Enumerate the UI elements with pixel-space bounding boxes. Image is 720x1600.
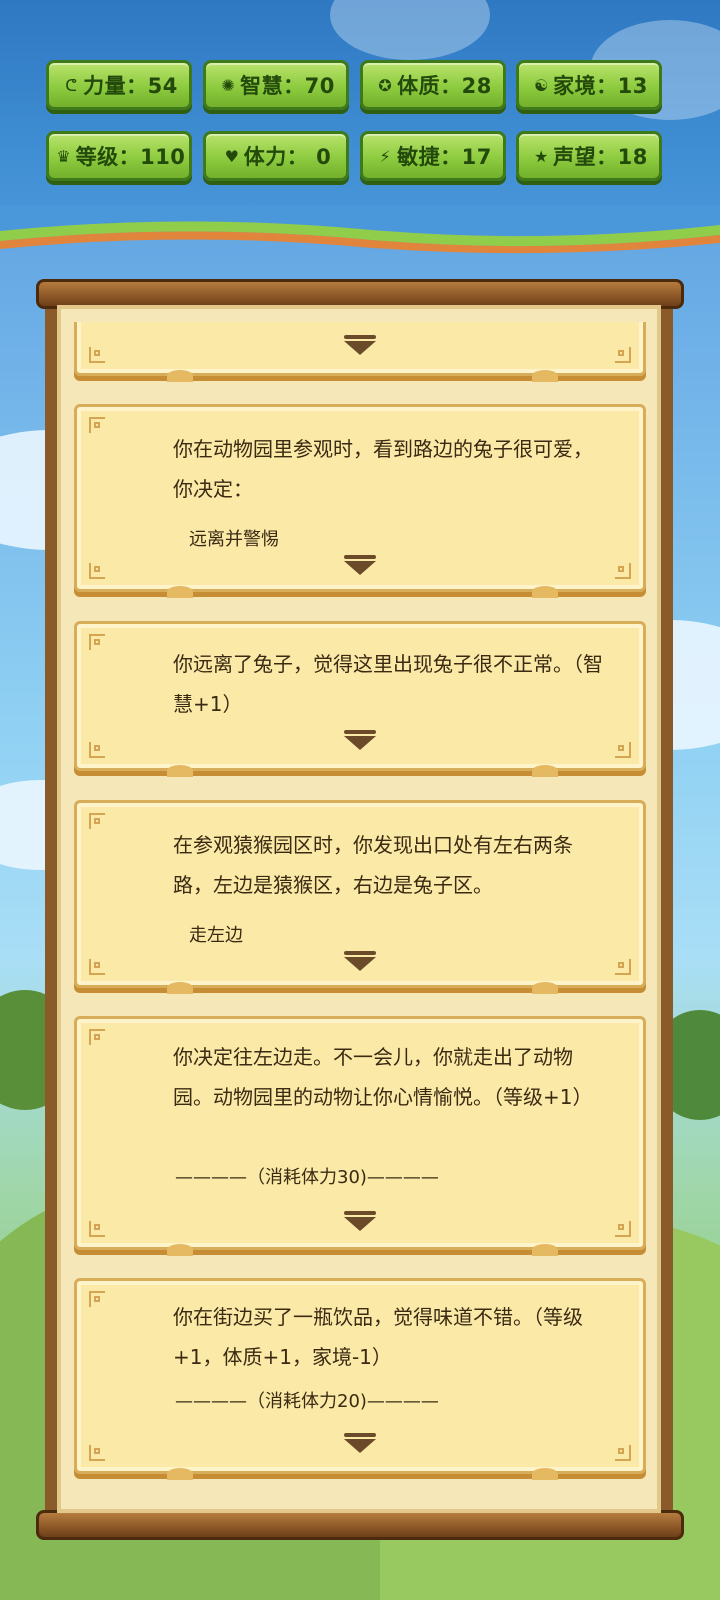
card-tab — [167, 1468, 193, 1480]
corner-ornament — [89, 563, 105, 579]
event-choice[interactable]: 远离并警惕 — [189, 525, 279, 551]
card-tab — [167, 370, 193, 382]
stat-label: 声望：18 — [553, 145, 648, 169]
continue-arrow-icon[interactable] — [344, 730, 376, 750]
card-tab — [167, 982, 193, 994]
card-tab — [167, 586, 193, 598]
card-tab — [532, 586, 558, 598]
stat-wisdom: ✺ 智慧：70 — [203, 60, 349, 110]
stat-label: 等级：110 — [75, 145, 186, 169]
lightning-icon: ⚡ — [379, 146, 391, 166]
stat-level: ♛ 等级：110 — [46, 131, 192, 181]
corner-ornament — [89, 1445, 105, 1461]
corner-ornament — [89, 347, 105, 363]
continue-arrow-icon[interactable] — [344, 1433, 376, 1453]
continue-arrow-icon[interactable] — [344, 1211, 376, 1231]
body-icon: ✪ — [378, 75, 392, 95]
event-text: 在参观猿猴园区时，你发现出口处有左右两条路，左边是猿猴区，右边是兔子区。 — [173, 833, 573, 897]
stat-label: 体质：28 — [397, 74, 492, 98]
event-text: 你远离了兔子，觉得这里出现兔子很不正常。（智慧+1） — [173, 652, 603, 716]
corner-ornament — [615, 959, 631, 975]
event-text: 你决定往左边走。不一会儿，你就走出了动物园。动物园里的动物让你心情愉悦。（等级+… — [173, 1045, 593, 1109]
continue-arrow-icon[interactable] — [344, 335, 376, 355]
stat-label: 家境：13 — [553, 74, 648, 98]
corner-ornament — [89, 1029, 105, 1045]
scroll-rod-bottom — [36, 1510, 684, 1540]
card-tab — [167, 765, 193, 777]
stat-label: 敏捷：17 — [397, 145, 492, 169]
corner-ornament — [615, 563, 631, 579]
corner-ornament — [89, 1221, 105, 1237]
event-card: 你在动物园里参观时，看到路边的兔子很可爱，你决定： 远离并警惕 — [74, 404, 646, 598]
arm-icon: ᕦ — [65, 75, 77, 95]
game-screen: ᕦ 力量：54 ✺ 智慧：70 ✪ 体质：28 ☯ 家境：13 ♛ 等级：110… — [0, 0, 720, 1600]
stats-divider — [0, 205, 720, 254]
corner-ornament — [615, 742, 631, 758]
stat-reputation: ★ 声望：18 — [516, 131, 662, 181]
card-tab — [532, 765, 558, 777]
event-text: 你在街边买了一瓶饮品，觉得味道不错。（等级+1，体质+1，家境-1） — [173, 1305, 583, 1369]
event-card: 你决定往左边走。不一会儿，你就走出了动物园。动物园里的动物让你心情愉悦。（等级+… — [74, 1016, 646, 1256]
corner-ornament — [89, 813, 105, 829]
corner-ornament — [615, 1221, 631, 1237]
corner-ornament — [89, 634, 105, 650]
crown-icon: ♛ — [56, 146, 71, 166]
bulb-icon: ✺ — [221, 75, 235, 95]
stat-label: 智慧：70 — [240, 74, 335, 98]
stat-agility: ⚡ 敏捷：17 — [360, 131, 506, 181]
card-tab — [167, 1244, 193, 1256]
event-log[interactable]: 你在动物园里参观时，看到路边的兔子很可爱，你决定： 远离并警惕 你远离了兔子，觉… — [72, 322, 650, 1497]
stat-constitution: ✪ 体质：28 — [360, 60, 506, 110]
event-text: 你在动物园里参观时，看到路边的兔子很可爱，你决定： — [173, 437, 593, 501]
event-choice[interactable]: 走左边 — [189, 921, 243, 947]
stat-strength: ᕦ 力量：54 — [46, 60, 192, 110]
continue-arrow-icon[interactable] — [344, 555, 376, 575]
stat-family: ☯ 家境：13 — [516, 60, 662, 110]
card-tab — [532, 1468, 558, 1480]
event-card: 你在街边买了一瓶饮品，觉得味道不错。（等级+1，体质+1，家境-1） ————（… — [74, 1278, 646, 1480]
corner-ornament — [89, 959, 105, 975]
corner-ornament — [615, 347, 631, 363]
continue-arrow-icon[interactable] — [344, 951, 376, 971]
stats-panel — [0, 0, 720, 225]
event-card: 在参观猿猴园区时，你发现出口处有左右两条路，左边是猿猴区，右边是兔子区。 走左边 — [74, 800, 646, 994]
stat-label: 体力： 0 — [243, 145, 332, 169]
card-tab — [532, 982, 558, 994]
corner-ornament — [89, 417, 105, 433]
heart-icon: ♥ — [224, 146, 239, 166]
stat-label: 力量：54 — [83, 74, 178, 98]
stat-stamina: ♥ 体力： 0 — [203, 131, 349, 181]
stamina-cost: ————（消耗体力20)———— — [175, 1391, 439, 1412]
corner-ornament — [89, 1291, 105, 1307]
event-card — [74, 322, 646, 382]
card-tab — [532, 370, 558, 382]
corner-ornament — [89, 742, 105, 758]
stamina-cost: ————（消耗体力30)———— — [175, 1167, 439, 1188]
home-icon: ☯ — [533, 75, 549, 95]
event-card: 你远离了兔子，觉得这里出现兔子很不正常。（智慧+1） — [74, 621, 646, 777]
cloud — [330, 0, 490, 60]
corner-ornament — [615, 1445, 631, 1461]
card-tab — [532, 1244, 558, 1256]
star-icon: ★ — [533, 146, 549, 166]
